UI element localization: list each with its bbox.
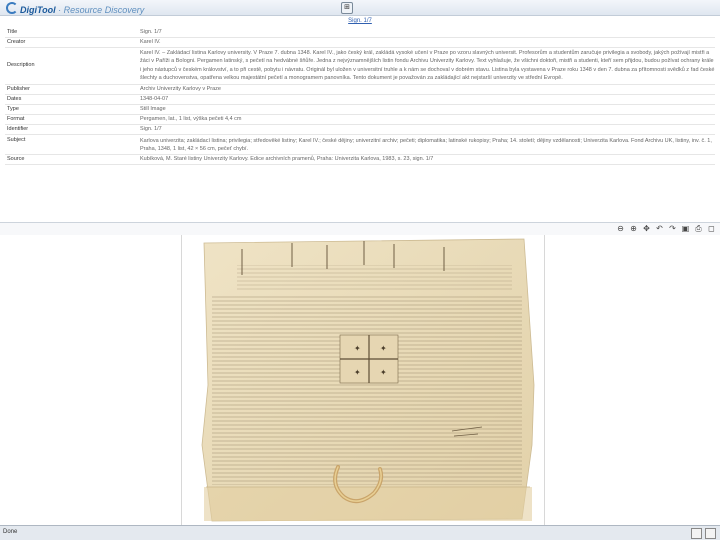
metadata-label: Dates: [7, 95, 22, 102]
rotate-left-icon[interactable]: ↶: [655, 224, 664, 233]
metadata-label: Format: [7, 115, 25, 122]
charter-image: ✦ ✦ ✦ ✦: [201, 238, 535, 522]
row-title: Title Sign. 1/7: [5, 28, 715, 38]
metadata-table: Title Sign. 1/7 Creator Karel IV. Descri…: [5, 28, 715, 165]
zoom-in-icon[interactable]: ⊕: [629, 224, 638, 233]
metadata-value: Pergamen, lat., 1 list, výška pečeti 4,4…: [140, 115, 242, 122]
image-viewer[interactable]: ✦ ✦ ✦ ✦: [0, 235, 720, 526]
metadata-row: Format Pergamen, lat., 1 list, výška peče…: [5, 115, 715, 125]
row-creator: Creator Karel IV.: [5, 38, 715, 48]
metadata-value: Sign. 1/7: [140, 125, 162, 132]
metadata-row: Dates 1348-04-07: [5, 95, 715, 105]
row-description: Description Karel IV. – Zakládací listin…: [5, 48, 715, 85]
svg-text:✦: ✦: [380, 344, 387, 353]
svg-text:✦: ✦: [354, 344, 361, 353]
status-bar: Done: [0, 525, 720, 540]
metadata-label: Publisher: [7, 85, 30, 92]
svg-text:✦: ✦: [354, 368, 361, 377]
document-frame: ✦ ✦ ✦ ✦: [181, 235, 545, 526]
metadata-row: Publisher Archiv Univerzity Karlovy v Pra…: [5, 85, 715, 95]
metadata-row: Type Still Image: [5, 105, 715, 115]
fit-page-icon[interactable]: ▣: [681, 224, 690, 233]
monogram-icon: ✦ ✦ ✦ ✦: [339, 334, 399, 384]
fullscreen-icon[interactable]: ⊞: [341, 2, 353, 14]
svg-text:✦: ✦: [380, 368, 387, 377]
rotate-right-icon[interactable]: ↷: [668, 224, 677, 233]
record-nav-link[interactable]: Sign. 1/7: [0, 18, 720, 24]
metadata-value: 1348-04-07: [140, 95, 169, 102]
security-icon[interactable]: [691, 528, 702, 539]
pan-icon[interactable]: ✥: [642, 224, 651, 233]
metadata-value: Archiv Univerzity Karlovy v Praze: [140, 85, 221, 92]
metadata-row: Identifier Sign. 1/7: [5, 125, 715, 135]
zoom-out-icon[interactable]: ⊖: [616, 224, 625, 233]
row-source: Source Kubíková, M. Staré listiny Univer…: [5, 155, 715, 165]
maximize-icon[interactable]: ◻: [707, 224, 716, 233]
print-icon[interactable]: ⎙: [694, 224, 703, 233]
zone-icon[interactable]: [705, 528, 716, 539]
digitool-swirl-icon: [6, 2, 18, 14]
metadata-label: Type: [7, 105, 19, 112]
metadata-value: Still Image: [140, 105, 166, 112]
metadata-label: Identifier: [7, 125, 29, 132]
app-header: DigiTool · Resource Discovery ⊞: [0, 0, 720, 16]
digitool-logo[interactable]: DigiTool · Resource Discovery: [6, 2, 144, 15]
row-subject: Subject Karlova univerzita; zakládací li…: [5, 135, 715, 155]
viewer-toolbar: ⊖ ⊕ ✥ ↶ ↷ ▣ ⎙ ◻: [0, 222, 720, 236]
